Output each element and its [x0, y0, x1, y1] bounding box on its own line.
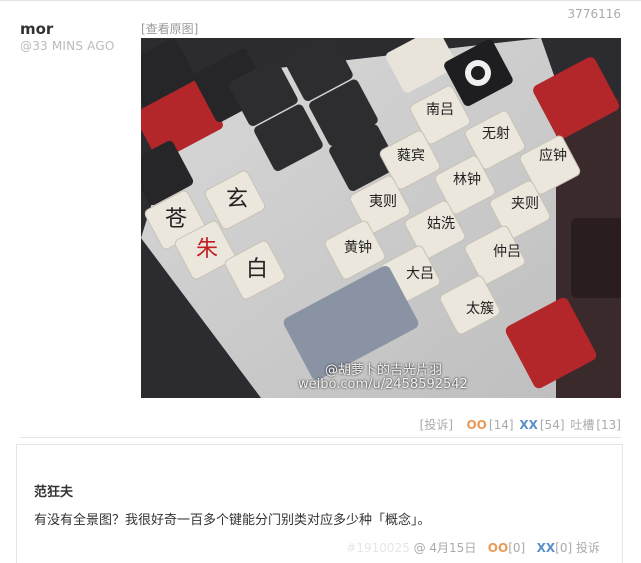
post-image[interactable]: 太簇 仲吕 夹则 应钟 无射 大吕 姑洗 林钟 蕤宾 南吕 夷则 黄钟 玄 苍 …	[141, 38, 621, 398]
keycap-text: 夷则	[369, 194, 397, 210]
keycap-text: 白	[246, 257, 268, 282]
xx-count: [54]	[539, 418, 565, 432]
comment-text: 有没有全景图？我很好奇一百多个键能分门别类对应多少种「概念」。	[34, 513, 431, 528]
oo-vote-button[interactable]: OO	[466, 418, 486, 432]
keycap-text: 仲吕	[493, 244, 521, 260]
section-divider	[20, 437, 621, 438]
comment-meta: #1910025 @ 4月15日 OO[0] XX[0] 投诉	[346, 539, 600, 556]
view-original-link[interactable]: [查看原图]	[141, 20, 198, 37]
comment-report-link[interactable]: 投诉	[576, 541, 600, 555]
image-watermark-url: weibo.com/u/2458592542	[298, 377, 468, 392]
image-watermark-handle: @胡萝卜的吉光片羽	[325, 363, 443, 378]
comment-date: @ 4月15日	[413, 541, 477, 555]
oo-count: [14]	[488, 418, 514, 432]
comment-author[interactable]: 范狂夫	[34, 481, 73, 500]
top-divider	[0, 0, 641, 1]
post-id: 3776116	[567, 7, 621, 21]
keycap-text: 苍	[165, 207, 187, 232]
keycap-text: 林钟	[453, 171, 481, 188]
tucao-count: [13]	[596, 418, 621, 432]
keycap-text: 夹则	[511, 196, 539, 212]
post-actions: [投诉] OO [14] XX [54] 吐槽 [13]	[418, 416, 621, 433]
post-time: @33 MINS AGO	[20, 39, 115, 53]
comment-item: 范狂夫 有没有全景图？我很好奇一百多个键能分门别类对应多少种「概念」。 #191…	[16, 444, 623, 563]
comment-xx-vote-button[interactable]: XX	[537, 541, 556, 555]
keycap-text: 无射	[482, 126, 510, 142]
comment-oo-count: [0]	[508, 541, 526, 555]
comment-id-link[interactable]: #1910025	[346, 541, 410, 555]
keycap-text: 大吕	[406, 266, 434, 282]
post-author[interactable]: mor	[20, 20, 53, 38]
keycap-text: 朱	[196, 237, 218, 262]
report-link[interactable]: [投诉]	[420, 418, 453, 432]
comment-xx-count: [0]	[555, 541, 573, 555]
keycap-text: 南吕	[426, 102, 454, 118]
keyboard-photo-illustration: 太簇 仲吕 夹则 应钟 无射 大吕 姑洗 林钟 蕤宾 南吕 夷则 黄钟 玄 苍 …	[141, 38, 621, 398]
xx-vote-button[interactable]: XX	[519, 418, 538, 432]
keycap-text: 蕤宾	[397, 148, 425, 164]
comment-oo-vote-button[interactable]: OO	[488, 541, 508, 555]
tucao-button[interactable]: 吐槽	[570, 418, 594, 432]
keycap-text: 玄	[226, 187, 248, 212]
keycap-text: 应钟	[539, 147, 567, 164]
keycap-text: 黄钟	[344, 239, 372, 256]
keycap-text: 太簇	[466, 301, 494, 317]
keycap-text: 姑洗	[427, 216, 455, 232]
